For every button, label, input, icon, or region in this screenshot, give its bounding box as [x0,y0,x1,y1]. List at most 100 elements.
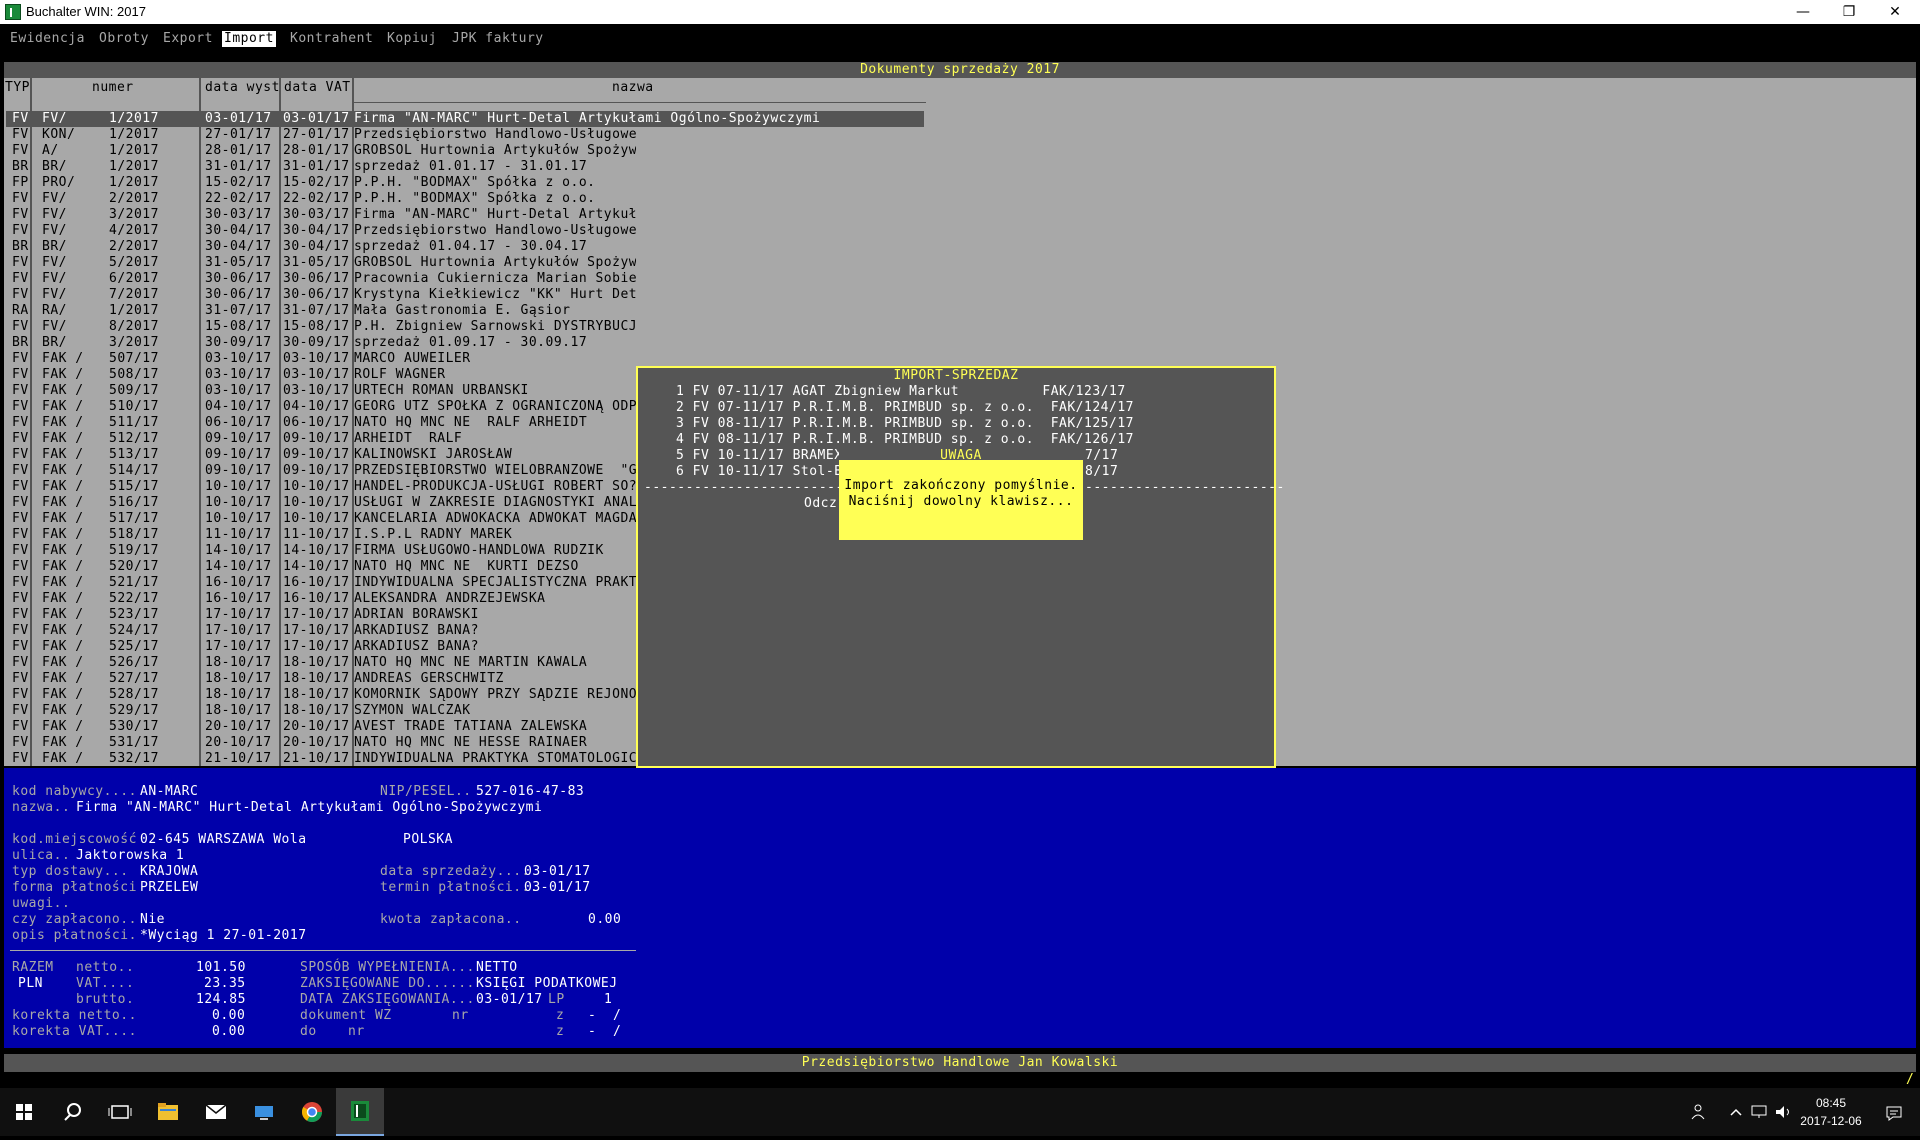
table-row[interactable]: FV FAK / 512/17 09-10/17 09-10/17 ARHEIDT RAL… [6,431,636,447]
table-row[interactable]: FV A/1/2017 28-01/17 28-01/17 GROBSOL Hurtow… [6,143,636,159]
table-row[interactable]: FV KON/1/2017 27-01/17 27-01/17 Przedsiębior… [6,127,636,143]
table-row[interactable]: FV FAK / 529/17 18-10/17 18-10/17 SZYMON WALC… [6,703,636,719]
table-row[interactable]: FV FV/6/2017 30-06/17 30-06/17 Pracownia Cuk… [6,271,636,287]
table-row[interactable]: FV FV/5/2017 31-05/17 31-05/17 GROBSOL Hurto… [6,255,636,271]
razem-label: RAZEM [12,960,54,975]
cell-typ: FV [12,367,29,382]
start-button[interactable] [0,1088,48,1136]
clock-date[interactable]: 2017-12-06 [1796,1114,1866,1128]
cell-numer-prefix: FAK / [42,591,84,606]
table-row[interactable]: FV FAK / 516/17 10-10/17 10-10/17 USŁUGI W ZA… [6,495,636,511]
cell-data-wyst: 18-10/17 [205,703,272,718]
maximize-button[interactable]: ❐ [1826,0,1872,24]
menu-import[interactable]: Import [222,31,276,47]
table-row[interactable]: FV FAK / 528/17 18-10/17 18-10/17 KOMORNIK SĄ… [6,687,636,703]
menu-ewidencja[interactable]: Ewidencja [10,31,85,47]
cell-numer: 1/2017 [109,111,159,126]
table-row[interactable]: FV FAK / 520/17 14-10/17 14-10/17 NATO HQ MNC… [6,559,636,575]
table-row[interactable]: FV FAK / 507/17 03-10/17 03-10/17 MARCO AUWEI… [6,351,636,367]
table-row[interactable]: FV FV/2/2017 22-02/17 22-02/17 P.P.H. "BODMA… [6,191,636,207]
cell-typ: FV [12,111,29,126]
menu-export[interactable]: Export [163,31,213,47]
cell-typ: BR [12,159,29,174]
table-row[interactable]: FV FAK / 509/17 03-10/17 03-10/17 URTECH ROMA… [6,383,636,399]
action-center-button[interactable] [1884,1104,1904,1126]
table-row[interactable]: FP PRO/1/2017 15-02/17 15-02/17 P.P.H. "BODM… [6,175,636,191]
col-header-data-wyst: data wyst [205,80,280,95]
cell-data-wyst: 20-10/17 [205,735,272,750]
app-icon [5,4,21,20]
menu-kontrahent[interactable]: Kontrahent [290,31,373,47]
kod-miejscowosc-value: 02-645 WARSZAWA Wola [140,832,307,847]
table-row[interactable]: FV FAK / 515/17 10-10/17 10-10/17 HANDEL-PROD… [6,479,636,495]
import-row[interactable]: 4 FV 08-11/17 P.R.I.M.B. PRIMBUD sp. z o… [676,432,1134,448]
cell-numer-prefix: FAK / [42,623,84,638]
nip-label: NIP/PESEL.. [380,784,472,799]
mail-button[interactable] [192,1088,240,1136]
clock-time[interactable]: 08:45 [1796,1096,1866,1110]
buchalter-taskbar-button[interactable] [336,1088,384,1136]
table-row[interactable]: FV FV/3/2017 30-03/17 30-03/17 Firma "AN-MAR… [6,207,636,223]
network-app-button[interactable] [240,1088,288,1136]
cell-typ: FP [12,175,29,190]
cell-nazwa: AVEST TRADE TATIANA ZALEWSKA [354,719,588,734]
table-row[interactable]: FV FV/8/2017 15-08/17 15-08/17 P.H. Zbigniew… [6,319,636,335]
message-box[interactable]: Import zakończony pomyślnie. Naciśnij do… [839,460,1083,540]
table-row[interactable]: BR BR/2/2017 30-04/17 30-04/17 sprzedaż 01.0… [6,239,636,255]
table-row[interactable]: FV FAK / 530/17 20-10/17 20-10/17 AVEST TRADE… [6,719,636,735]
table-row[interactable]: FV FAK / 511/17 06-10/17 06-10/17 NATO HQ MNC… [6,415,636,431]
import-row[interactable]: 1 FV 07-11/17 AGAT Zbigniew Markut FAK/1… [676,384,1126,400]
table-row[interactable]: FV FAK / 523/17 17-10/17 17-10/17 ADRIAN BORA… [6,607,636,623]
table-row[interactable]: FV FAK / 519/17 14-10/17 14-10/17 FIRMA USŁUG… [6,543,636,559]
table-row[interactable]: RA RA/1/2017 31-07/17 31-07/17 Mała Gastrono… [6,303,636,319]
import-row[interactable]: 5 FV 10-11/17 BRAMEX [676,448,843,464]
chrome-button[interactable] [288,1088,336,1136]
table-row[interactable]: FV FV/1/2017 03-01/17 03-01/17 Firma "AN-MAR… [6,111,924,127]
cell-data-wyst: 16-10/17 [205,591,272,606]
table-row[interactable]: BR BR/3/2017 30-09/17 30-09/17 sprzedaż 01.0… [6,335,636,351]
import-row[interactable]: 3 FV 08-11/17 P.R.I.M.B. PRIMBUD sp. z o… [676,416,1134,432]
table-row[interactable]: FV FAK / 521/17 16-10/17 16-10/17 INDYWIDUALN… [6,575,636,591]
cell-nazwa: PRZEDSIĘBIORSTWO WIELOBRANŻOWE "GE [354,463,636,478]
network-tray-button[interactable] [1750,1104,1770,1124]
table-row[interactable]: FV FAK / 513/17 09-10/17 09-10/17 KALINOWSKI … [6,447,636,463]
table-row[interactable]: FV FV/4/2017 30-04/17 30-04/17 Przedsiębiors… [6,223,636,239]
show-hidden-icons-button[interactable] [1728,1104,1744,1123]
cell-nazwa: NATO HQ MNC NE KURTI DEZSO [354,559,579,574]
close-button[interactable]: ✕ [1872,0,1918,24]
table-row[interactable]: BR BR/1/2017 31-01/17 31-01/17 sprzedaż 01.0… [6,159,636,175]
menu-obroty[interactable]: Obroty [99,31,149,47]
import-row[interactable]: 6 FV 10-11/17 Stol-B [676,464,843,480]
cell-nazwa: ARHEIDT RALF [354,431,463,446]
cell-data-wyst: 09-10/17 [205,463,272,478]
menu-jpk-faktury[interactable]: JPK faktury [452,31,544,47]
volume-tray-button[interactable] [1774,1104,1794,1124]
table-row[interactable]: FV FAK / 525/17 17-10/17 17-10/17 ARKADIUSZ B… [6,639,636,655]
table-row[interactable]: FV FV/7/2017 30-06/17 30-06/17 Krystyna Kieł… [6,287,636,303]
cell-data-wyst: 10-10/17 [205,479,272,494]
search-button[interactable] [48,1088,96,1136]
table-row[interactable]: FV FAK / 531/17 20-10/17 20-10/17 NATO HQ MNC… [6,735,636,751]
cell-numer: 515/17 [109,479,159,494]
table-row[interactable]: FV FAK / 514/17 09-10/17 09-10/17 PRZEDSIĘBIO… [6,463,636,479]
table-row[interactable]: FV FAK / 524/17 17-10/17 17-10/17 ARKADIUSZ B… [6,623,636,639]
table-row[interactable]: FV FAK / 517/17 10-10/17 10-10/17 KANCELARIA … [6,511,636,527]
menu-kopiuj[interactable]: Kopiuj [387,31,437,47]
table-row[interactable]: FV FAK / 532/17 21-10/17 21-10/17 INDYWIDUALN… [6,751,636,767]
cell-data-vat: 30-06/17 [283,287,350,302]
cell-nazwa: P.P.H. "BODMAX" Spółka z o.o. [354,175,596,190]
table-row[interactable]: FV FAK / 510/17 04-10/17 04-10/17 GEORG UTZ S… [6,399,636,415]
task-view-button[interactable] [96,1088,144,1136]
table-row[interactable]: FV FAK / 508/17 03-10/17 03-10/17 ROLF WAGNER [6,367,636,383]
cell-data-vat: 17-10/17 [283,639,350,654]
table-row[interactable]: FV FAK / 522/17 16-10/17 16-10/17 ALEKSANDRA … [6,591,636,607]
cell-data-vat: 03-10/17 [283,367,350,382]
import-row[interactable]: 2 FV 07-11/17 P.R.I.M.B. PRIMBUD sp. z o… [676,400,1134,416]
cell-numer: 2/2017 [109,191,159,206]
minimize-button[interactable]: — [1780,0,1826,24]
file-explorer-button[interactable] [144,1088,192,1136]
table-row[interactable]: FV FAK / 518/17 11-10/17 11-10/17 I.S.P.L RAD… [6,527,636,543]
table-row[interactable]: FV FAK / 526/17 18-10/17 18-10/17 NATO HQ MNC… [6,655,636,671]
table-row[interactable]: FV FAK / 527/17 18-10/17 18-10/17 ANDREAS GER… [6,671,636,687]
people-button[interactable] [1688,1102,1708,1122]
